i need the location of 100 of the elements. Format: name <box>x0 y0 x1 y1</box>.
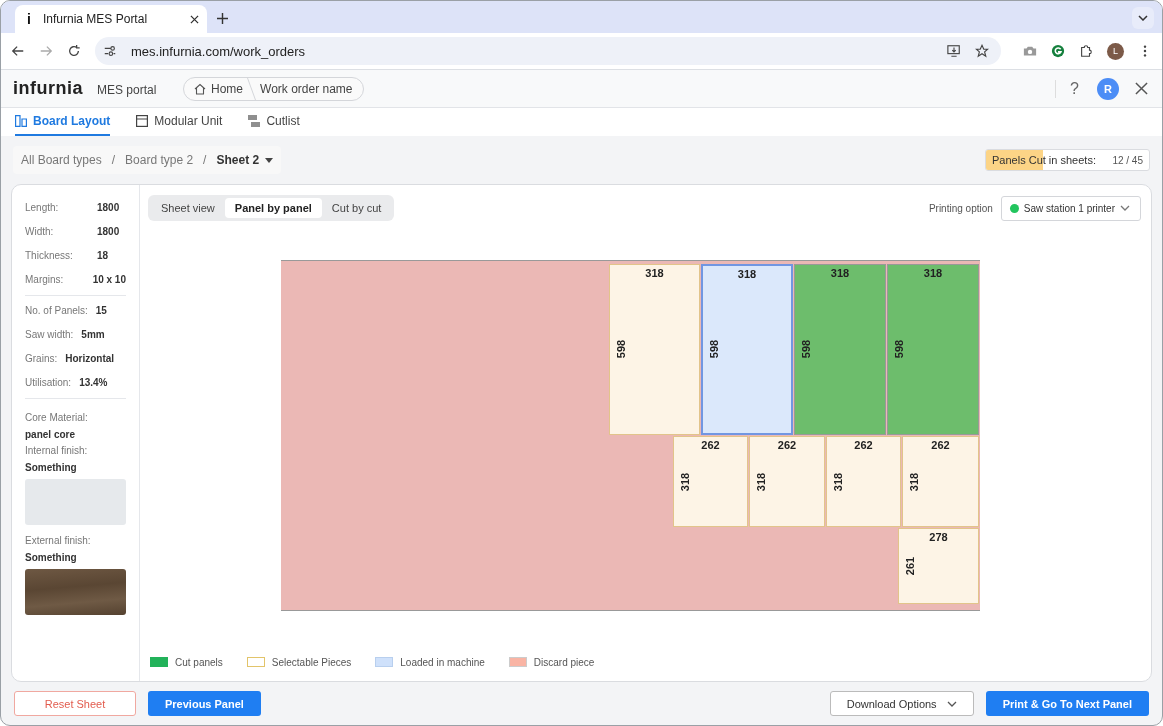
close-icon[interactable] <box>190 14 199 24</box>
product-name: MES portal <box>97 83 157 97</box>
legend-swatch <box>508 657 527 667</box>
view-mode-tab[interactable]: Cut by cut <box>321 198 392 218</box>
path-separator: / <box>203 153 207 167</box>
detail-value: Horizontal <box>65 352 115 364</box>
detail-value: 1800 <box>97 225 120 237</box>
detail-label: Margins: <box>25 273 65 285</box>
detail-label: Grains: <box>25 352 58 364</box>
printer-dropdown[interactable]: Saw station 1 printer <box>1000 195 1141 221</box>
panel-height-label: 318 <box>832 471 844 492</box>
star-icon[interactable] <box>975 44 989 58</box>
panel[interactable]: 318 598 <box>701 263 793 435</box>
address-bar[interactable]: mes.infurnia.com/work_orders <box>95 37 1001 65</box>
detail-value: 18 <box>97 249 109 261</box>
tab-title: Infurnia MES Portal <box>43 12 149 26</box>
detail-value: 15 <box>95 304 107 316</box>
site-settings-icon[interactable] <box>103 44 117 58</box>
panel[interactable]: 278 261 <box>898 528 979 604</box>
extension-g-icon[interactable] <box>1051 44 1065 58</box>
legend-swatch <box>150 657 168 667</box>
detail-label: Utilisation: <box>25 376 72 388</box>
panel-height-label: 598 <box>708 339 720 360</box>
panel-width-label: 318 <box>829 266 851 279</box>
panel-width-label: 262 <box>700 439 721 451</box>
chevron-down-icon <box>1138 15 1148 21</box>
caret-icon <box>1120 205 1130 211</box>
panel-height-label: 261 <box>904 556 916 577</box>
panel-width-label: 318 <box>644 266 665 279</box>
panel-height-label: 318 <box>908 471 920 492</box>
detail-label: Length: <box>25 201 60 213</box>
help-button[interactable]: ? <box>1055 79 1079 98</box>
profile-avatar[interactable]: L <box>1107 42 1124 60</box>
download-options-button[interactable]: Download Options <box>829 691 974 716</box>
material-label: Internal finish: <box>25 445 89 456</box>
tab-menu-button[interactable] <box>1132 7 1154 29</box>
camera-icon[interactable] <box>1023 44 1037 58</box>
path-link[interactable]: Board type 2 <box>125 153 194 167</box>
close-icon[interactable] <box>1135 82 1148 95</box>
panel[interactable]: 262 318 <box>673 436 748 528</box>
panel[interactable]: 318 598 <box>887 263 979 435</box>
view-mode-tab[interactable]: Panel by panel <box>224 198 322 218</box>
panel-width-label: 262 <box>930 439 951 451</box>
caret-icon <box>946 700 957 707</box>
panel[interactable]: 262 318 <box>902 436 979 528</box>
reset-sheet-button[interactable]: Reset Sheet <box>14 691 136 716</box>
panel-width-label: 278 <box>928 531 949 544</box>
panel[interactable]: 318 598 <box>794 263 886 435</box>
legend-label: Selectable Pieces <box>271 656 352 668</box>
panel-width-label: 318 <box>922 266 944 279</box>
panel-width-label: 262 <box>853 439 874 451</box>
logo: infurnia <box>13 78 83 99</box>
material-label: External finish: <box>25 535 92 546</box>
legend-label: Loaded in machine <box>400 656 485 668</box>
nav-tab[interactable]: Board Layout <box>15 108 111 136</box>
new-tab-icon[interactable] <box>217 13 228 24</box>
layout-icon <box>15 115 27 127</box>
material-value: panel core <box>25 429 77 440</box>
cutlist-icon <box>248 115 261 127</box>
panel-height-label: 598 <box>800 339 812 360</box>
detail-label: Saw width: <box>25 328 74 340</box>
previous-panel-button[interactable]: Previous Panel <box>148 691 261 716</box>
detail-label: Width: <box>25 225 55 237</box>
path-separator: / <box>111 153 116 167</box>
nav-tab[interactable]: Cutlist <box>248 108 300 136</box>
progress-count: 12 / 45 <box>1112 154 1143 166</box>
panel[interactable]: 318 598 <box>609 263 700 435</box>
home-icon <box>194 82 206 95</box>
panel-width-label: 262 <box>776 439 798 451</box>
panel[interactable]: 262 318 <box>749 436 825 528</box>
breadcrumb-link[interactable]: Work order name <box>260 81 353 96</box>
detail-label: No. of Panels: <box>25 304 88 316</box>
browser-tab[interactable]: i Infurnia MES Portal <box>15 5 207 33</box>
panel-height-label: 598 <box>615 339 627 360</box>
legend-swatch <box>375 657 394 667</box>
detail-value: 1800 <box>97 201 120 213</box>
material-value: Something <box>25 462 78 473</box>
panel-height-label: 598 <box>893 339 905 360</box>
breadcrumb-link[interactable]: Home <box>194 81 243 96</box>
panel[interactable]: 262 318 <box>826 436 901 528</box>
printing-option-label: Printing option <box>928 202 993 214</box>
site-icon: i <box>23 11 35 27</box>
print-next-button[interactable]: Print & Go To Next Panel <box>985 691 1149 716</box>
detail-value: 10 x 10 <box>92 273 126 285</box>
view-mode-tab[interactable]: Sheet view <box>151 198 225 218</box>
back-icon[interactable] <box>11 44 25 58</box>
path-link[interactable]: Sheet 2 <box>216 153 260 167</box>
panel-height-label: 318 <box>755 471 767 492</box>
detail-value: 5mm <box>81 328 105 340</box>
puzzle-icon[interactable] <box>1079 44 1093 58</box>
install-app-icon[interactable] <box>947 44 961 58</box>
material-label: Core Material: <box>25 412 89 423</box>
reload-icon[interactable] <box>67 44 81 58</box>
panel-height-label: 318 <box>679 471 691 492</box>
cabinet-icon <box>136 115 149 127</box>
detail-label: Thickness: <box>25 249 74 261</box>
caret-icon <box>265 157 274 163</box>
nav-tab[interactable]: Modular Unit <box>136 108 223 136</box>
panel-width-label: 318 <box>736 267 758 280</box>
path-link[interactable]: All Board types <box>21 153 102 167</box>
